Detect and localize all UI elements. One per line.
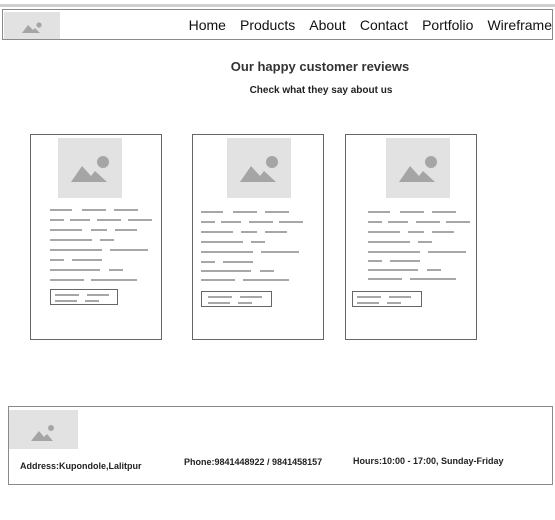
navbar: Home Products About Contact Portfolio Wi…: [2, 9, 553, 40]
top-border: [0, 4, 555, 7]
image-placeholder-icon: [31, 425, 54, 441]
logo[interactable]: [4, 12, 60, 39]
image-placeholder-icon: [399, 156, 437, 182]
nav-contact-link[interactable]: Contact: [360, 17, 408, 33]
review-card: [345, 134, 477, 340]
nav-portfolio-link[interactable]: Portfolio: [422, 17, 473, 33]
nav-wireframe-link[interactable]: Wireframe: [487, 17, 552, 33]
reviews-subheading: Check what they say about us: [249, 85, 393, 96]
card-button[interactable]: [201, 291, 272, 307]
card-image: [386, 138, 450, 198]
card-image: [227, 138, 291, 198]
image-placeholder-icon: [240, 156, 278, 182]
footer-address: Address:Kupondole,Lalitpur: [20, 461, 142, 471]
reviews-heading: Our happy customer reviews: [230, 59, 410, 74]
nav-about-link[interactable]: About: [309, 17, 346, 33]
image-placeholder-icon: [22, 22, 42, 33]
review-card: [30, 134, 162, 340]
image-placeholder-icon: [71, 156, 109, 182]
footer: Address:Kupondole,Lalitpur Phone:9841448…: [8, 406, 553, 485]
card-button[interactable]: [50, 289, 118, 305]
footer-logo[interactable]: [9, 410, 78, 449]
nav-home-link[interactable]: Home: [189, 17, 226, 33]
card-image: [58, 138, 122, 198]
card-button[interactable]: [352, 291, 422, 307]
review-card: [192, 134, 324, 340]
nav-products-link[interactable]: Products: [240, 17, 295, 33]
nav-links: Home Products About Contact Portfolio Wi…: [175, 10, 552, 39]
footer-hours: Hours:10:00 - 17:00, Sunday-Friday: [353, 456, 504, 466]
footer-phone: Phone:9841448922 / 9841458157: [184, 457, 323, 467]
